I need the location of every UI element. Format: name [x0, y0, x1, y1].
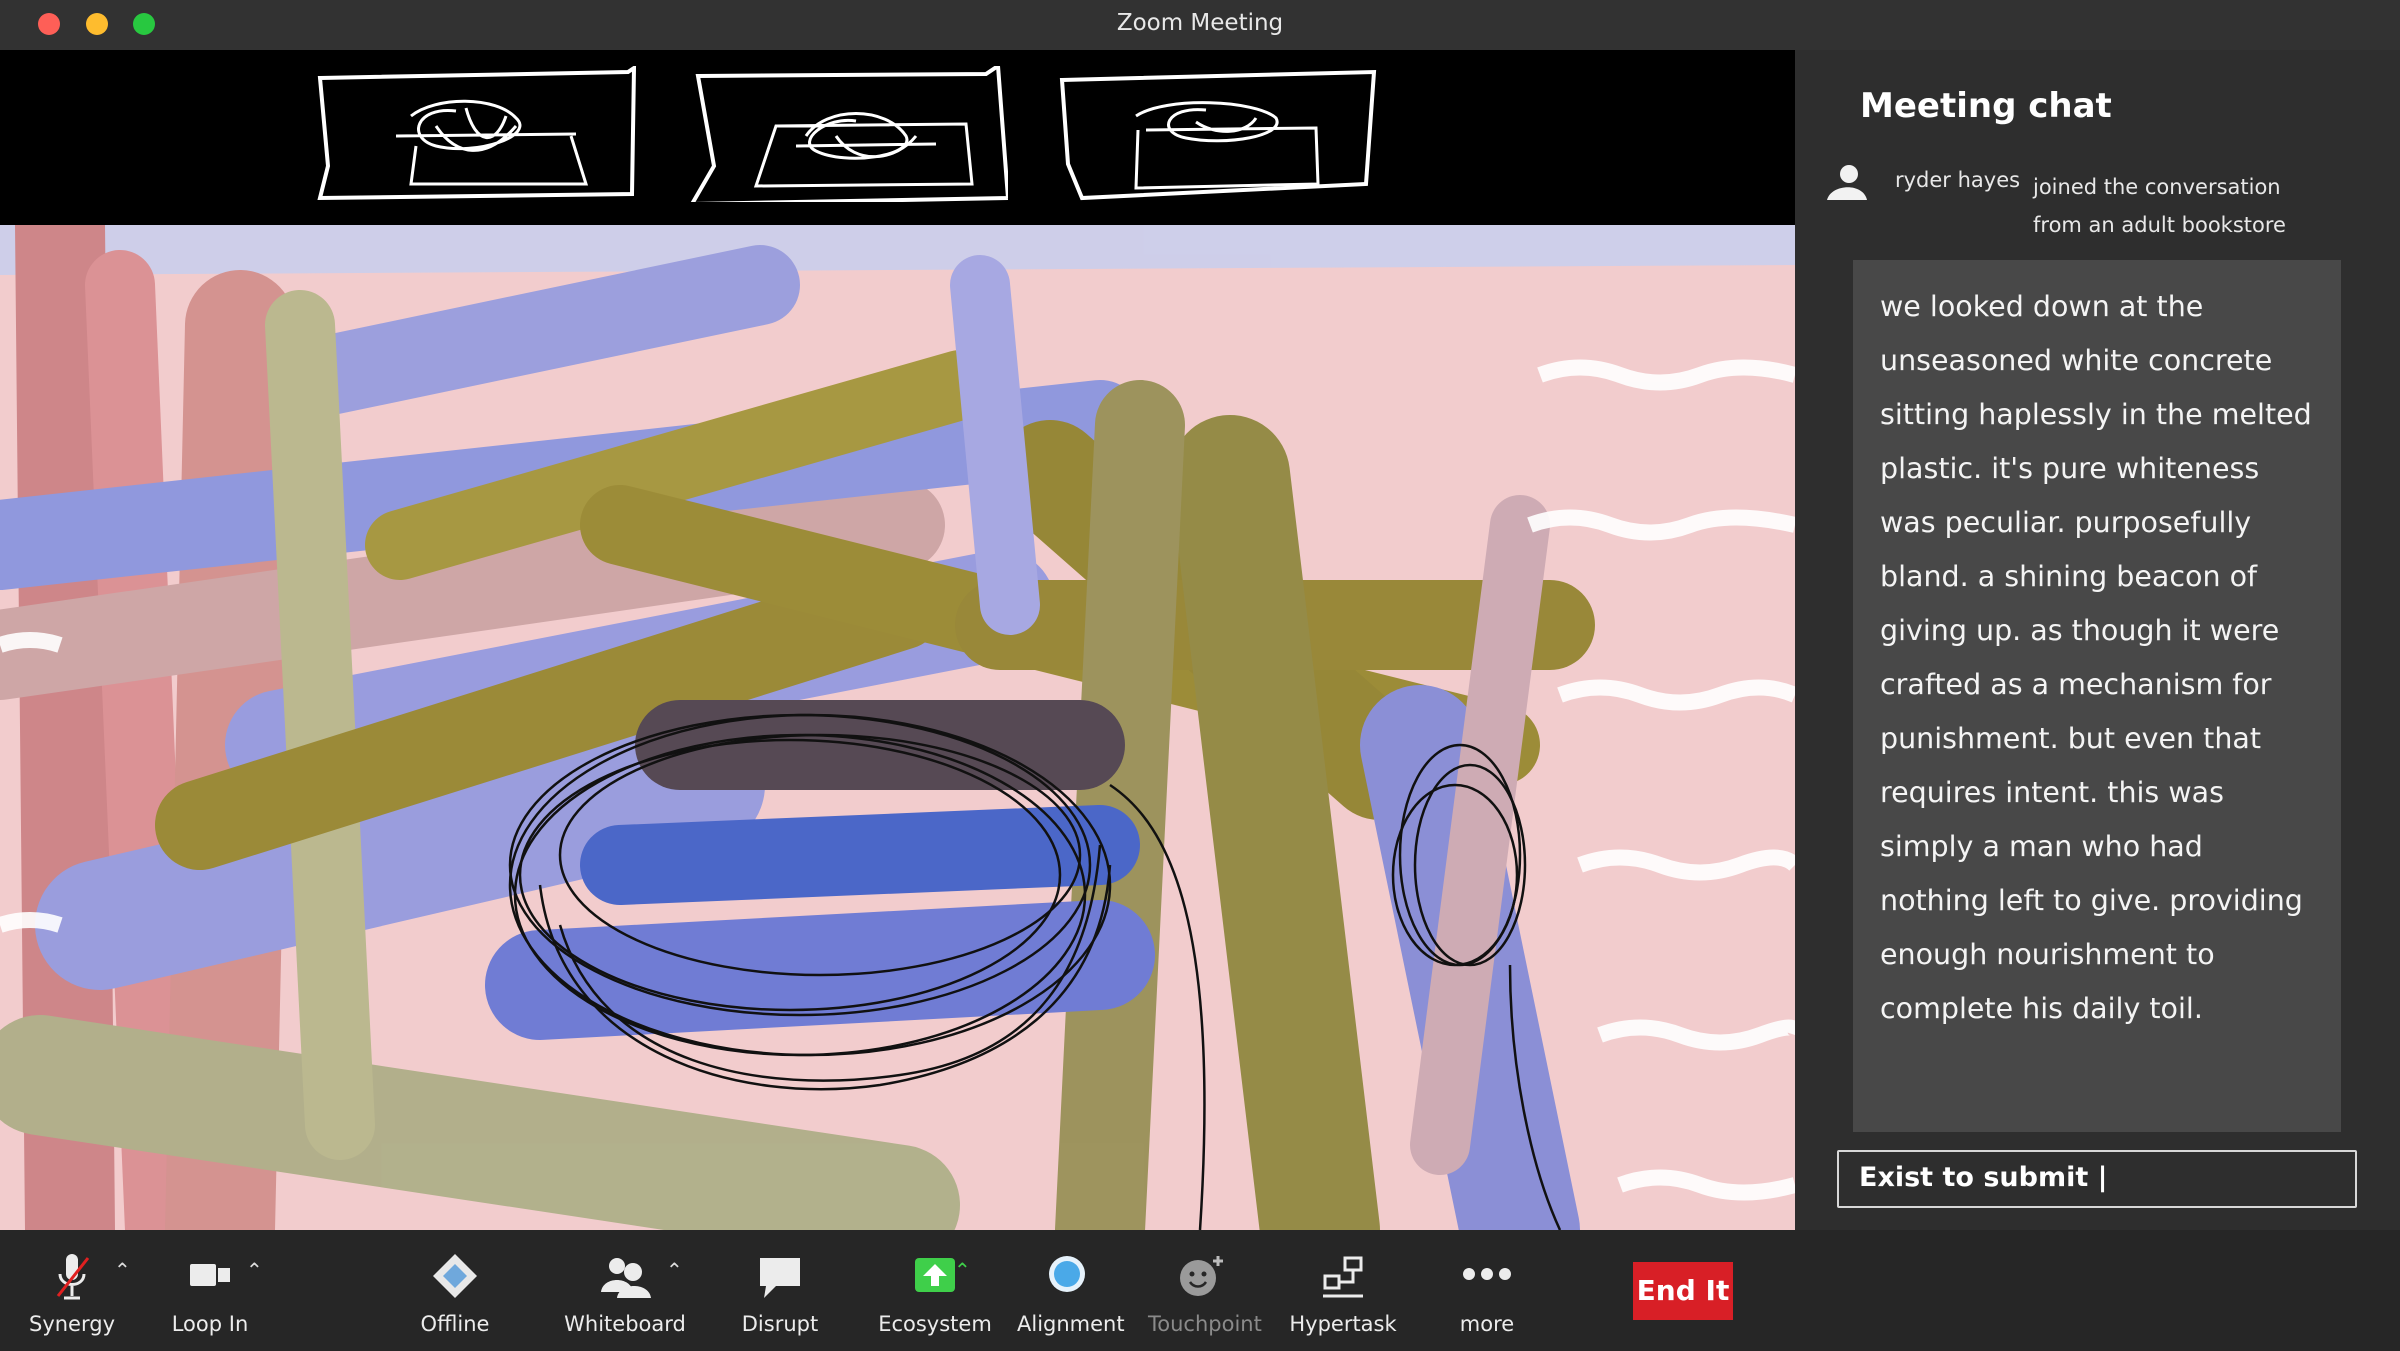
- disrupt-label: Disrupt: [741, 1312, 819, 1336]
- touchpoint-label: Touchpoint: [1148, 1312, 1262, 1336]
- ecosystem-button[interactable]: Ecosystem: [870, 1252, 1000, 1342]
- window-title: Zoom Meeting: [1116, 10, 1284, 36]
- participant-thumbnail[interactable]: [1056, 66, 1378, 202]
- loop-in-label: Loop In: [171, 1312, 249, 1336]
- end-meeting-button[interactable]: End It: [1633, 1262, 1733, 1320]
- chat-input-text: Exist to submit |: [1859, 1162, 2108, 1193]
- participant-gallery: [0, 50, 1795, 225]
- synergy-button[interactable]: Synergy: [22, 1252, 122, 1342]
- synergy-options-chevron-icon[interactable]: ⌃: [114, 1258, 131, 1282]
- chat-message-text: we looked down at the unseasoned white c…: [1880, 290, 2312, 1025]
- more-dots-icon: [1463, 1268, 1511, 1280]
- alignment-button[interactable]: Alignment: [1017, 1252, 1125, 1342]
- touchpoint-button[interactable]: Touchpoint: [1148, 1252, 1262, 1342]
- painted-video-frame: [0, 225, 1795, 1230]
- participant-thumbnail[interactable]: [686, 66, 1008, 202]
- participants-icon: [601, 1258, 651, 1298]
- title-bar: Zoom Meeting: [0, 0, 2400, 50]
- apps-icon: [1323, 1256, 1363, 1298]
- record-icon: [1049, 1256, 1085, 1292]
- chat-message-box: we looked down at the unseasoned white c…: [1853, 260, 2341, 1132]
- hypertask-label: Hypertask: [1289, 1312, 1397, 1336]
- chat-join-username: ryder hayes: [1895, 168, 2021, 192]
- ecosystem-options-chevron-icon[interactable]: ⌃: [954, 1258, 971, 1282]
- loop-in-options-chevron-icon[interactable]: ⌃: [246, 1258, 263, 1282]
- chat-panel: Meeting chat ryder hayes joined the conv…: [1795, 50, 2400, 1230]
- offline-label: Offline: [420, 1312, 490, 1336]
- reactions-icon: [1180, 1256, 1223, 1296]
- more-label: more: [1459, 1312, 1515, 1336]
- more-button[interactable]: more: [1437, 1252, 1537, 1342]
- video-camera-icon: [190, 1264, 230, 1286]
- synergy-label: Synergy: [28, 1312, 115, 1336]
- loop-in-button[interactable]: Loop In: [160, 1252, 260, 1342]
- chat-input[interactable]: Exist to submit |: [1837, 1150, 2357, 1208]
- chat-title: Meeting chat: [1860, 86, 2112, 126]
- shield-icon: [433, 1254, 477, 1298]
- alignment-label: Alignment: [1017, 1312, 1125, 1336]
- hypertask-button[interactable]: Hypertask: [1283, 1252, 1403, 1342]
- chat-join-notice: joined the conversation from an adult bo…: [2033, 175, 2286, 237]
- chat-bubble-icon: [760, 1258, 800, 1298]
- participant-thumbnail[interactable]: [316, 66, 638, 202]
- offline-button[interactable]: Offline: [405, 1252, 505, 1342]
- main-video[interactable]: [0, 225, 1795, 1230]
- user-avatar-icon: [1827, 165, 1867, 200]
- meeting-toolbar: Synergy ⌃ Loop In ⌃ Offline Whiteboard ⌃…: [0, 1230, 2400, 1351]
- muted-microphone-icon: [56, 1254, 90, 1300]
- ecosystem-label: Ecosystem: [878, 1312, 992, 1336]
- whiteboard-label: Whiteboard: [564, 1312, 686, 1336]
- whiteboard-options-chevron-icon[interactable]: ⌃: [666, 1258, 683, 1282]
- disrupt-button[interactable]: Disrupt: [730, 1252, 830, 1342]
